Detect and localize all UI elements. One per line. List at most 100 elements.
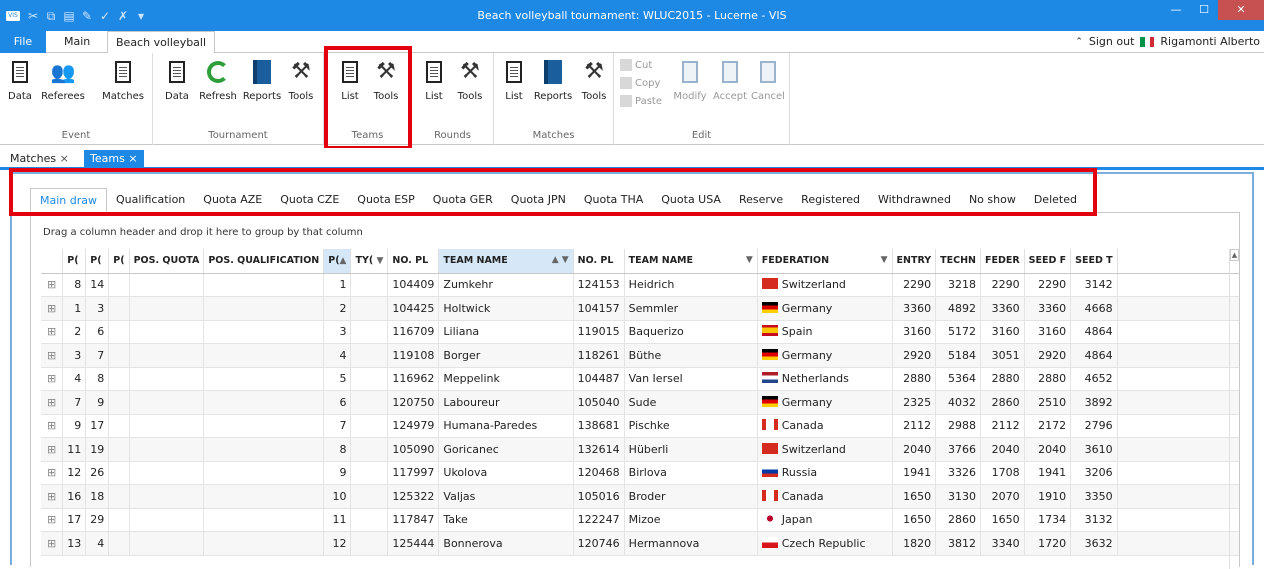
doc-tab-teams[interactable]: Teams ×	[84, 150, 144, 168]
filter-icon[interactable]: ▼	[746, 255, 753, 265]
paste-button[interactable]: Paste	[620, 95, 662, 107]
tournament-data-button[interactable]: Data	[157, 57, 197, 102]
cell-p3	[108, 414, 130, 438]
expand-row-icon[interactable]: ⊞	[41, 461, 64, 485]
cell-techn: 3766	[935, 437, 981, 462]
table-row[interactable]: ⊞ 9 17 7 124979 Humana-Paredes 138681 Pischke Ca…	[41, 414, 1239, 438]
column-header-p2[interactable]: P(	[85, 249, 110, 274]
column-header-team-name-1[interactable]: TEAM NAME ▲ ▼	[438, 249, 574, 274]
event-matches-button[interactable]: Matches	[98, 57, 148, 102]
expand-row-icon[interactable]: ⊞	[41, 390, 64, 415]
event-referees-button[interactable]: 👥 Referees	[35, 57, 91, 102]
file-tab[interactable]: File	[0, 31, 46, 53]
cell-filler	[1117, 320, 1239, 344]
table-row[interactable]: ⊞ 8 14 1 104409 Zumkehr 124153 Heidrich Switzerl…	[41, 273, 1239, 297]
maximize-button[interactable]: ☐	[1190, 0, 1218, 20]
group-by-panel[interactable]: Drag a column header and drop it here to…	[43, 227, 363, 238]
cell-no-pl-1: 117847	[387, 508, 440, 532]
doc-tab-matches[interactable]: Matches ×	[4, 150, 75, 168]
rounds-list-button[interactable]: List	[414, 57, 454, 102]
column-header-techn[interactable]: TECHN	[935, 249, 981, 274]
close-tab-icon[interactable]: ×	[60, 152, 69, 165]
column-header-pos-qualification[interactable]: POS. QUALIFICATION	[203, 249, 325, 274]
cell-no-pl-1: 104425	[387, 296, 440, 321]
copy-button[interactable]: Copy	[620, 77, 660, 89]
expand-row-icon[interactable]: ⊞	[41, 484, 64, 509]
tournament-reports-button[interactable]: Reports	[239, 57, 285, 102]
vertical-scrollbar[interactable]: ▲	[1229, 249, 1239, 569]
copy-icon[interactable]: ⧉	[44, 9, 58, 23]
expand-row-icon[interactable]: ⊞	[41, 320, 64, 344]
matches-tools-button[interactable]: ⚒ Tools	[574, 57, 614, 103]
close-button[interactable]: ✕	[1218, 0, 1264, 20]
expand-row-icon[interactable]: ⊞	[41, 273, 64, 297]
cut-icon[interactable]: ✂	[26, 9, 40, 23]
column-header-seed-t[interactable]: SEED T	[1070, 249, 1118, 274]
scroll-up-icon[interactable]: ▲	[1230, 249, 1239, 261]
table-row[interactable]: ⊞ 2 6 3 116709 Liliana 119015 Baquerizo Spain 316…	[41, 320, 1239, 344]
column-header-federation[interactable]: FEDERATION ▼	[757, 249, 893, 274]
expand-row-icon[interactable]: ⊞	[41, 508, 64, 532]
expand-row-icon[interactable]: ⊞	[41, 437, 64, 462]
cut-button[interactable]: Cut	[620, 59, 652, 71]
table-row[interactable]: ⊞ 7 9 6 120750 Laboureur 105040 Sude Germany 2325…	[41, 390, 1239, 415]
filter-icon[interactable]: ▼	[881, 255, 888, 265]
cell-federation: Czech Republic	[757, 531, 893, 556]
expand-row-icon[interactable]: ⊞	[41, 531, 64, 556]
table-row[interactable]: ⊞ 3 7 4 119108 Borger 118261 Büthe Germany 2920 51…	[41, 343, 1239, 368]
event-data-button[interactable]: Data	[0, 57, 40, 102]
user-name[interactable]: Rigamonti Alberto	[1160, 31, 1260, 53]
filter-icon[interactable]: ▼	[376, 256, 383, 266]
column-header-p4[interactable]: P(▲	[323, 249, 352, 274]
table-row[interactable]: ⊞ 13 4 12 125444 Bonnerova 120746 Hermannova Cze…	[41, 531, 1239, 556]
cancel-icon[interactable]: ✗	[116, 9, 130, 23]
table-row[interactable]: ⊞ 16 18 10 125322 Valjas 105016 Broder Canada 165…	[41, 484, 1239, 509]
table-row[interactable]: ⊞ 12 26 9 117997 Ukolova 120468 Birlova Russia 19…	[41, 461, 1239, 485]
modify-icon[interactable]: ✎	[80, 9, 94, 23]
cell-seed-t: 3132	[1070, 508, 1118, 532]
tools-icon: ⚒	[460, 59, 480, 84]
column-header-p1[interactable]: P(	[62, 249, 87, 274]
matches-reports-button[interactable]: Reports	[530, 57, 576, 102]
group-label-tournament: Tournament	[208, 130, 268, 141]
accept-icon[interactable]: ✓	[98, 9, 112, 23]
minimize-button[interactable]: —	[1162, 0, 1190, 20]
cell-seed-f: 2172	[1024, 414, 1072, 438]
column-header-feder[interactable]: FEDER	[980, 249, 1025, 274]
table-row[interactable]: ⊞ 11 19 8 105090 Goricanec 132614 Hüberli Switze…	[41, 437, 1239, 462]
close-tab-icon[interactable]: ×	[128, 152, 137, 165]
column-header-pos-quota[interactable]: POS. QUOTA	[129, 249, 205, 274]
expand-row-icon[interactable]: ⊞	[41, 367, 64, 391]
cancel-button[interactable]: Cancel	[748, 57, 788, 102]
cell-p3	[108, 484, 130, 509]
accept-button[interactable]: Accept	[710, 57, 750, 102]
table-row[interactable]: ⊞ 17 29 11 117847 Take 122247 Mizoe Japan 1650 286…	[41, 508, 1239, 532]
column-header-no-pl-2[interactable]: NO. PL	[573, 249, 625, 274]
column-header-seed-f[interactable]: SEED F	[1024, 249, 1072, 274]
expand-row-icon[interactable]: ⊞	[41, 296, 64, 321]
column-header-entry[interactable]: ENTRY	[892, 249, 937, 274]
expand-row-icon[interactable]: ⊞	[41, 414, 64, 438]
tournament-tools-button[interactable]: ⚒ Tools	[281, 57, 321, 103]
expand-row-icon[interactable]: ⊞	[41, 343, 64, 368]
column-header-team-name-2[interactable]: TEAM NAME ▼	[624, 249, 758, 274]
tab-beach-volleyball[interactable]: Beach volleyball	[107, 31, 216, 54]
flag-icon	[761, 278, 778, 290]
refresh-button[interactable]: Refresh	[197, 57, 239, 102]
matches-list-button[interactable]: List	[494, 57, 534, 102]
customize-qat-icon[interactable]: ▾	[134, 9, 148, 23]
cell-seed-t: 3610	[1070, 437, 1118, 462]
sign-out-link[interactable]: Sign out	[1089, 31, 1135, 53]
column-header-no-pl-1[interactable]: NO. PL	[387, 249, 440, 274]
column-header-expand[interactable]	[41, 249, 64, 274]
cell-techn: 5364	[935, 367, 981, 391]
collapse-ribbon-icon[interactable]: ⌃	[1075, 31, 1083, 53]
modify-button[interactable]: Modify	[670, 57, 710, 102]
table-row[interactable]: ⊞ 1 3 2 104425 Holtwick 104157 Semmler Germany 33…	[41, 296, 1239, 321]
rounds-tools-button[interactable]: ⚒ Tools	[450, 57, 490, 103]
tab-main[interactable]: Main	[56, 31, 98, 53]
column-header-p3[interactable]: P(	[108, 249, 130, 274]
paste-icon[interactable]: ▤	[62, 9, 76, 23]
column-header-type[interactable]: TY( ▼	[350, 249, 389, 274]
table-row[interactable]: ⊞ 4 8 5 116962 Meppelink 104487 Van Iersel Nethe…	[41, 367, 1239, 391]
